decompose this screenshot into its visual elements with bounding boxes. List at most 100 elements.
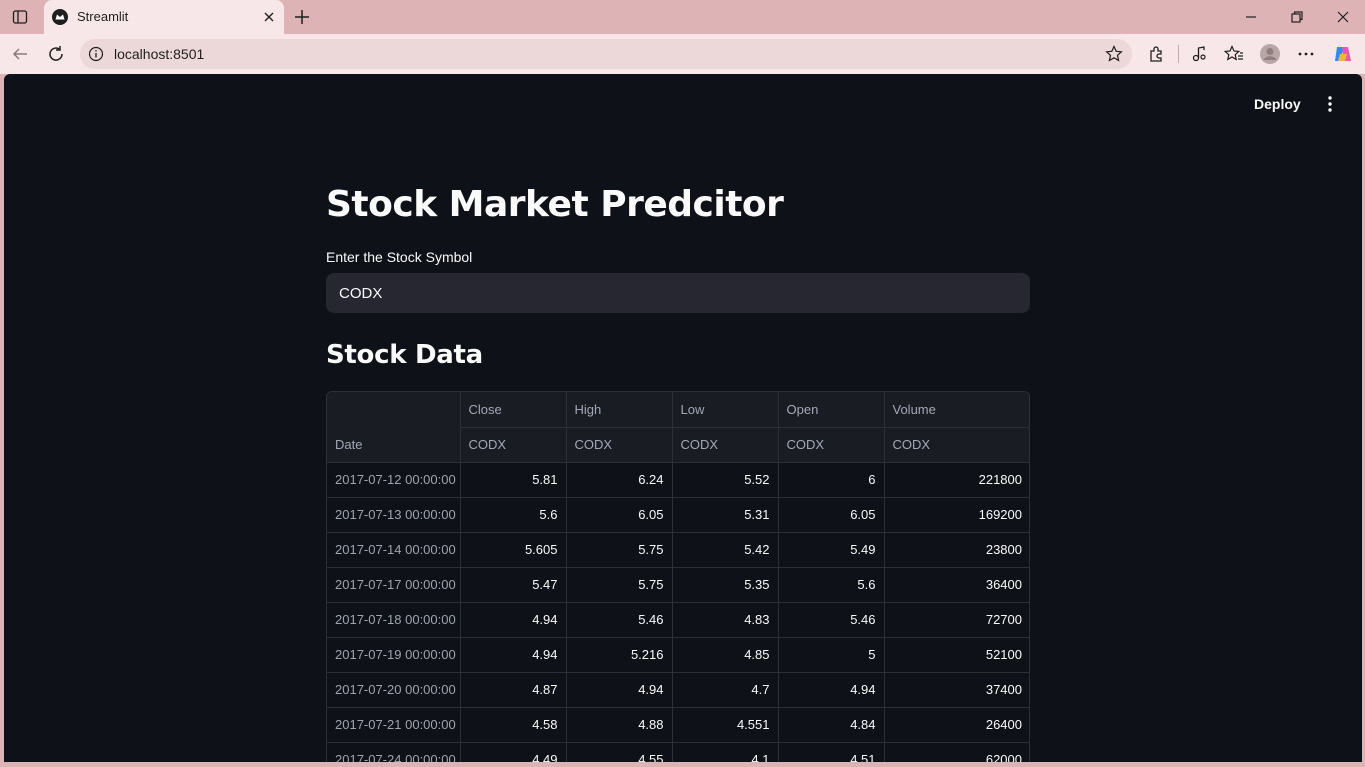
cell-open[interactable]: 4.84 (778, 707, 885, 743)
cell-close[interactable]: 4.49 (460, 742, 567, 762)
column-header-open[interactable]: Open (778, 392, 885, 428)
copilot-icon[interactable] (1331, 42, 1355, 66)
cell-low[interactable]: 4.83 (672, 602, 779, 638)
cell-close[interactable]: 4.87 (460, 672, 567, 708)
cell-high[interactable]: 4.88 (566, 707, 673, 743)
cell-low[interactable]: 5.31 (672, 497, 779, 533)
cell-low[interactable]: 5.52 (672, 462, 779, 498)
address-bar[interactable]: localhost:8501 (80, 39, 1132, 69)
cell-date[interactable]: 2017-07-20 00:00:00 (327, 672, 461, 708)
favorites-icon[interactable] (1222, 42, 1246, 66)
cell-volume[interactable]: 62000 (884, 742, 1029, 762)
profile-avatar-icon[interactable] (1258, 42, 1282, 66)
cell-high[interactable]: 5.216 (566, 637, 673, 673)
cell-open[interactable]: 5.46 (778, 602, 885, 638)
browser-toolbar: localhost:8501 (0, 34, 1365, 74)
main-menu-icon[interactable] (1320, 94, 1340, 114)
site-info-icon[interactable] (88, 46, 104, 62)
cell-date[interactable]: 2017-07-18 00:00:00 (327, 602, 461, 638)
cell-volume[interactable]: 26400 (884, 707, 1029, 743)
cell-close[interactable]: 4.94 (460, 602, 567, 638)
ticker-header-high[interactable]: CODX (566, 427, 673, 463)
column-header-row: Close High Low Open Volume (327, 392, 1029, 428)
restore-icon[interactable] (1285, 5, 1309, 29)
cell-open[interactable]: 4.51 (778, 742, 885, 762)
cell-volume[interactable]: 37400 (884, 672, 1029, 708)
new-tab-icon[interactable] (290, 5, 314, 29)
ticker-header-close[interactable]: CODX (460, 427, 567, 463)
cell-open[interactable]: 5 (778, 637, 885, 673)
cell-close[interactable]: 5.6 (460, 497, 567, 533)
table-row: 2017-07-21 00:00:00 4.58 4.88 4.551 4.84… (327, 707, 1029, 743)
toolbar-divider (1178, 45, 1179, 63)
cell-open[interactable]: 6.05 (778, 497, 885, 533)
extensions-icon[interactable] (1145, 42, 1169, 66)
back-icon[interactable] (8, 42, 32, 66)
cell-low[interactable]: 5.35 (672, 567, 779, 603)
cell-close[interactable]: 5.47 (460, 567, 567, 603)
cell-date[interactable]: 2017-07-13 00:00:00 (327, 497, 461, 533)
browser-tab-bar: Streamlit (0, 0, 1365, 34)
ticker-header-open[interactable]: CODX (778, 427, 885, 463)
streamlit-favicon-icon (51, 8, 69, 26)
tab-close-icon[interactable] (261, 9, 277, 25)
close-window-icon[interactable] (1331, 5, 1355, 29)
cell-low[interactable]: 4.7 (672, 672, 779, 708)
ticker-header-row: Date CODX CODX CODX CODX CODX (327, 427, 1029, 463)
column-header-low[interactable]: Low (672, 392, 779, 428)
table-row: 2017-07-17 00:00:00 5.47 5.75 5.35 5.6 3… (327, 567, 1029, 603)
cell-volume[interactable]: 221800 (884, 462, 1029, 498)
cell-close[interactable]: 4.58 (460, 707, 567, 743)
sidebar-toggle-icon[interactable] (9, 6, 31, 28)
cell-volume[interactable]: 72700 (884, 602, 1029, 638)
favorite-star-icon[interactable] (1104, 44, 1124, 64)
more-options-icon[interactable] (1294, 42, 1318, 66)
cell-high[interactable]: 4.94 (566, 672, 673, 708)
table-row: 2017-07-24 00:00:00 4.49 4.55 4.1 4.51 6… (327, 742, 1029, 762)
cell-low[interactable]: 5.42 (672, 532, 779, 568)
deploy-button[interactable]: Deploy (1254, 94, 1301, 114)
page-title: Stock Market Predcitor (326, 184, 784, 225)
cell-low[interactable]: 4.85 (672, 637, 779, 673)
cell-open[interactable]: 5.6 (778, 567, 885, 603)
cell-date[interactable]: 2017-07-19 00:00:00 (327, 637, 461, 673)
ticker-header-volume[interactable]: CODX (884, 427, 1029, 463)
cell-low[interactable]: 4.1 (672, 742, 779, 762)
cell-date[interactable]: 2017-07-21 00:00:00 (327, 707, 461, 743)
cell-open[interactable]: 4.94 (778, 672, 885, 708)
cell-volume[interactable]: 169200 (884, 497, 1029, 533)
stock-symbol-input[interactable] (326, 273, 1030, 313)
index-header-blank (327, 392, 461, 427)
cell-volume[interactable]: 52100 (884, 637, 1029, 673)
cell-open[interactable]: 6 (778, 462, 885, 498)
column-header-close[interactable]: Close (460, 392, 567, 428)
cell-close[interactable]: 5.605 (460, 532, 567, 568)
cell-date[interactable]: 2017-07-12 00:00:00 (327, 462, 461, 498)
cell-high[interactable]: 5.75 (566, 567, 673, 603)
cell-open[interactable]: 5.49 (778, 532, 885, 568)
cell-high[interactable]: 4.55 (566, 742, 673, 762)
cell-close[interactable]: 4.94 (460, 637, 567, 673)
cell-volume[interactable]: 23800 (884, 532, 1029, 568)
cell-close[interactable]: 5.81 (460, 462, 567, 498)
cell-date[interactable]: 2017-07-14 00:00:00 (327, 532, 461, 568)
browser-tab[interactable]: Streamlit (44, 0, 284, 34)
column-header-volume[interactable]: Volume (884, 392, 1029, 428)
tab-title: Streamlit (77, 9, 129, 24)
cell-date[interactable]: 2017-07-17 00:00:00 (327, 567, 461, 603)
minimize-icon[interactable] (1239, 5, 1263, 29)
refresh-icon[interactable] (44, 42, 68, 66)
media-icon[interactable] (1187, 42, 1211, 66)
cell-low[interactable]: 4.551 (672, 707, 779, 743)
ticker-header-low[interactable]: CODX (672, 427, 779, 463)
cell-high[interactable]: 6.05 (566, 497, 673, 533)
column-header-high[interactable]: High (566, 392, 673, 428)
cell-volume[interactable]: 36400 (884, 567, 1029, 603)
cell-high[interactable]: 5.46 (566, 602, 673, 638)
index-header-date[interactable]: Date (327, 427, 461, 463)
cell-date[interactable]: 2017-07-24 00:00:00 (327, 742, 461, 762)
cell-high[interactable]: 6.24 (566, 462, 673, 498)
cell-high[interactable]: 5.75 (566, 532, 673, 568)
stock-data-table[interactable]: Close High Low Open Volume Date CODX COD… (326, 391, 1030, 762)
url-text[interactable]: localhost:8501 (114, 46, 204, 62)
